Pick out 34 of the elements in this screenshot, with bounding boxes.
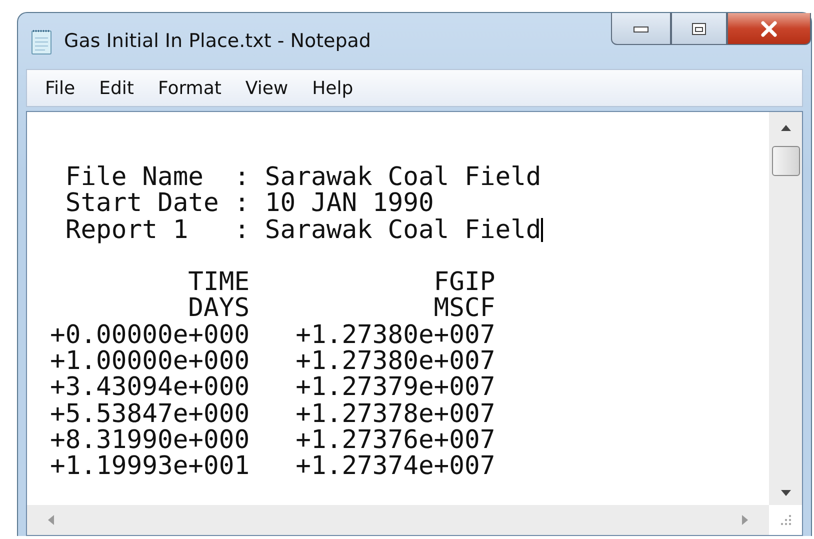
close-button[interactable] [727,13,811,45]
text-line: File Name : Sarawak Coal Field [64,164,542,190]
text-line: +0.00000e+000 +1.27380e+007 [50,322,496,348]
text-line: +1.00000e+000 +1.27380e+007 [50,348,496,374]
text-line: DAYS MSCF [187,295,496,322]
scroll-down-icon [780,489,792,497]
window-title: Gas Initial In Place.txt - Notepad [64,30,371,52]
menu-item[interactable]: Edit [87,78,146,98]
scrollbar-thumb[interactable] [772,146,800,176]
maximize-icon [691,22,707,36]
text-line: TIME FGIP [187,269,496,296]
scroll-right-icon [741,514,749,526]
menu-item[interactable]: File [33,78,88,98]
text-line: +1.19993e+001 +1.27374e+007 [50,453,496,480]
notepad-icon [30,27,54,55]
text-line: Start Date : 10 JAN 1990 [64,190,434,217]
maximize-button[interactable] [671,13,727,45]
minimize-icon [633,24,649,32]
text-area[interactable] [26,111,803,536]
scroll-up-icon [780,124,792,132]
text-line: +5.53847e+000 +1.27378e+007 [50,400,496,427]
text-line: +8.31990e+000 +1.27376e+007 [50,426,496,454]
menu-item[interactable]: View [233,78,300,98]
close-icon [759,20,779,36]
vertical-scrollbar[interactable] [769,112,802,505]
scroll-left-icon [47,514,55,526]
resize-grip-icon[interactable] [780,514,792,526]
menu-item[interactable]: Help [300,78,366,98]
minimize-button[interactable] [611,13,671,45]
text-line: +3.43094e+000 +1.27379e+007 [50,374,496,401]
text-cursor [541,218,544,242]
menu-item[interactable]: Format [146,78,234,98]
horizontal-scrollbar[interactable] [27,505,769,535]
text-line: Report 1 : Sarawak Coal Field [64,216,542,243]
